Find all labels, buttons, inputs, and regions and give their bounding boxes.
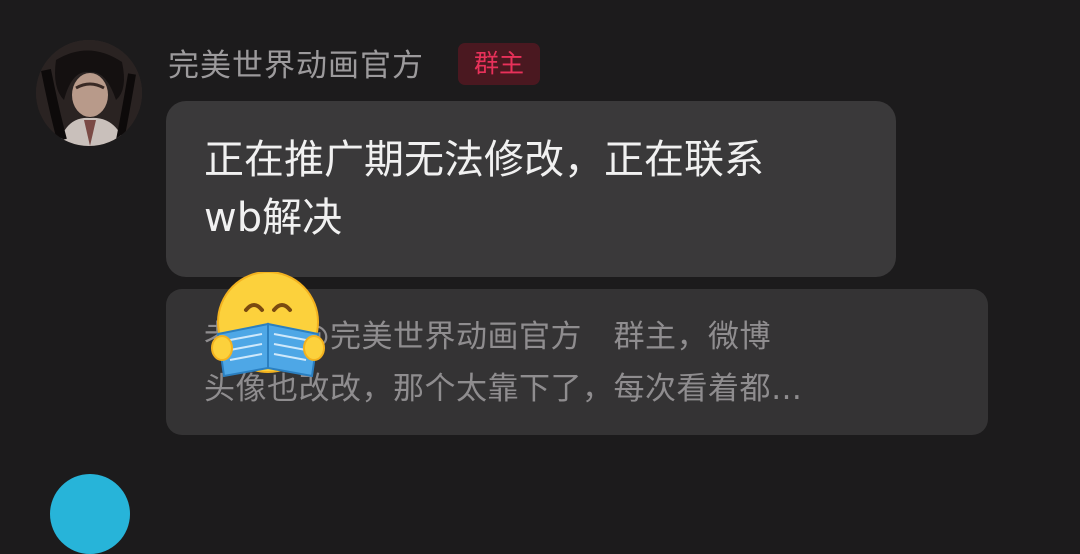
reading-book-emoji-icon	[211, 272, 325, 378]
next-sender-avatar[interactable]	[50, 474, 130, 554]
sender-avatar[interactable]	[36, 40, 142, 146]
message-bubble[interactable]: 正在推广期无法修改，正在联系 wb解决	[166, 101, 896, 277]
character-avatar-icon	[36, 40, 142, 146]
sender-name[interactable]: 完美世界动画官方	[168, 44, 424, 88]
message-text: 正在推广期无法修改，正在联系 wb解决	[204, 137, 764, 241]
group-owner-badge: 群主	[458, 43, 540, 85]
chat-message: 完美世界动画官方 群主 正在推广期无法修改，正在联系 wb解决 老哥：@完美世界…	[0, 0, 1080, 554]
